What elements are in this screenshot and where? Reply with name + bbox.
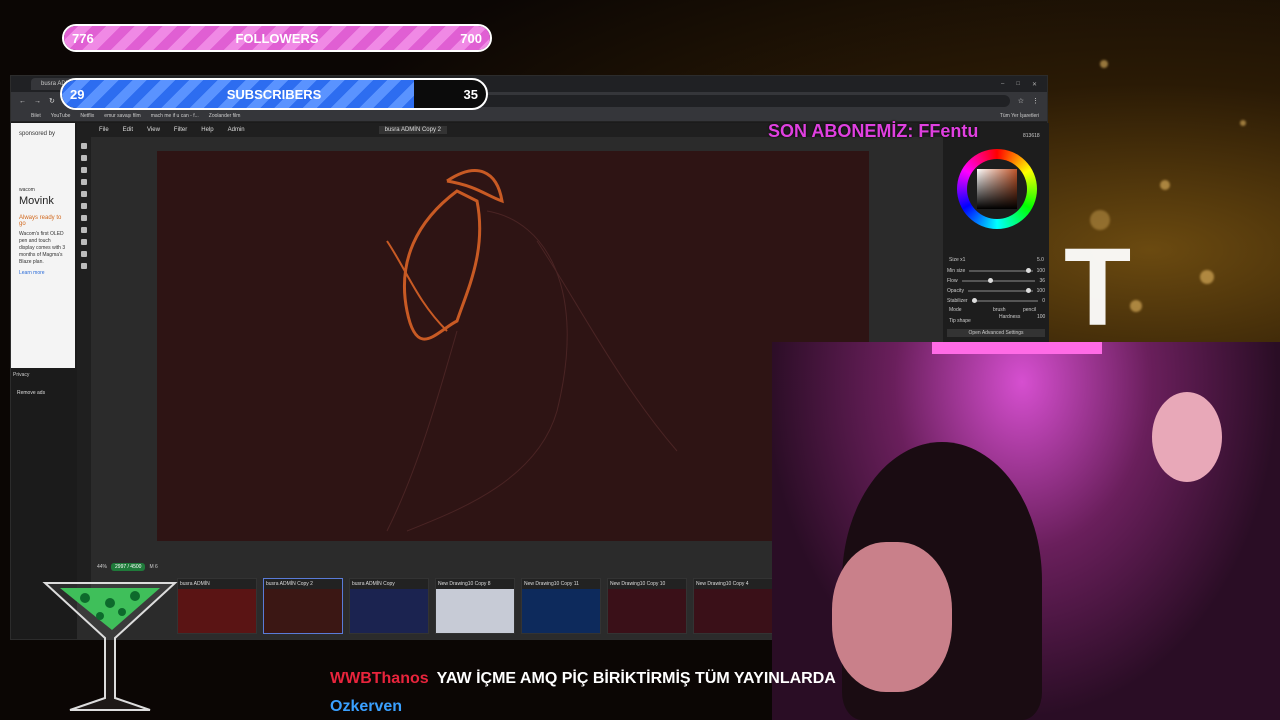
close-icon[interactable]: ✕ [1032,81,1037,88]
bookmark-item[interactable]: mach me if u can - f... [151,113,199,119]
menu-filter[interactable]: Filter [174,127,187,133]
subscribers-goal: 35 [463,86,478,102]
menu-edit[interactable]: Edit [123,127,133,133]
chat-overlay: WWBThanos YAW İÇME AMQ PİÇ BİRİKTİRMİŞ T… [330,670,836,720]
forward-icon[interactable]: → [34,98,41,105]
followers-current: 776 [72,30,94,46]
remove-ads-button[interactable]: Remove ads [17,390,45,396]
streamer-face [832,542,952,692]
canvas-size: 2997 / 4500 [111,563,146,571]
followers-goal: 700 [460,30,482,46]
ad-brand-small: wacom [19,187,35,193]
reload-icon[interactable]: ↻ [49,97,55,105]
menu-icon[interactable]: ⋮ [1032,97,1039,105]
brush-tool-icon[interactable] [81,143,87,149]
menu-help[interactable]: Help [201,127,213,133]
thumbnail[interactable]: New Drawing10 Copy 4 [693,578,773,634]
hardness-value[interactable]: 100 [1037,314,1045,320]
hand-tool-icon[interactable] [81,251,87,257]
chat-message: WWBThanos YAW İÇME AMQ PİÇ BİRİKTİRMİŞ T… [330,670,836,688]
flow-slider[interactable]: Flow 36 [947,277,1045,285]
window-controls: – □ ✕ [1001,81,1047,88]
tool-column [77,137,91,589]
sketch-artwork [386,169,678,532]
zoom-level[interactable]: 44% [97,564,107,570]
eraser-tool-icon[interactable] [81,203,87,209]
zoom-status: 44% 2997 / 4500 M 6 [97,563,158,571]
followers-goal-bar: 776 FOLLOWERS 700 [62,24,492,52]
ad-banner[interactable]: sponsored by wacom Movink Always ready t… [11,123,75,368]
subscribers-label: SUBSCRIBERS [226,86,322,102]
webcam-feed [772,342,1280,720]
chat-username: Ozkerven [330,698,403,715]
led-light [932,342,1102,354]
followers-label: FOLLOWERS [235,30,319,46]
star-icon[interactable]: ☆ [1018,97,1024,105]
drawing-canvas[interactable] [157,151,869,541]
crop-tool-icon[interactable] [81,179,87,185]
thumbnail[interactable]: busra ADMİN [177,578,257,634]
decorative-letter: T [1064,226,1132,349]
mode-brush-button[interactable]: brush [993,307,1006,313]
minimize-icon[interactable]: – [1001,81,1004,88]
text-tool-icon[interactable] [81,227,87,233]
brush-panel: 813618 Size x1 5.0 Min size 100 Flow 36 Op… [943,123,1049,343]
subscribers-goal-bar: 29 SUBSCRIBERS 35 [60,78,488,110]
document-thumbnails: busra ADMİN busra ADMİN Copy 2 busra ADM… [177,578,777,638]
mode-label: Mode [949,307,962,313]
maximize-icon[interactable]: □ [1016,81,1020,88]
pen-tool-icon[interactable] [81,191,87,197]
size-label: Size x1 [949,257,966,263]
bookmark-item[interactable]: emur savaşı film [104,113,140,119]
chat-username: WWBThanos [330,670,429,687]
back-icon[interactable]: ← [19,98,26,105]
last-subscriber-label: SON ABONEMİZ: FFentu [768,121,979,141]
document-title: busra ADMİN Copy 2 [378,126,447,134]
teddy-bear [1152,392,1222,482]
size-value[interactable]: 5.0 [1037,257,1044,263]
thumbnail-active[interactable]: busra ADMİN Copy 2 [263,578,343,634]
thumbnail[interactable]: busra ADMİN Copy [349,578,429,634]
thumbnail[interactable]: New Drawing10 Copy 8 [435,578,515,634]
stream-scene: T busra ADMİN – □ ✕ ← → ↻ ☆ ⋮ Bilet YouT… [0,0,1280,720]
lasso-tool-icon[interactable] [81,167,87,173]
privacy-label[interactable]: Privacy [13,372,29,378]
hardness-label: Hardness [999,314,1021,320]
ad-body: Wacom's first OLED pen and touch display… [19,231,66,265]
ad-sponsor-label: sponsored by [19,131,56,137]
thumbnail[interactable]: New Drawing10 Copy 10 [607,578,687,634]
menu-admin[interactable]: Admin [228,127,245,133]
opacity-slider[interactable]: Opacity 100 [947,287,1045,295]
bookmark-item[interactable]: YouTube [51,113,71,119]
stabilizer-slider[interactable]: Stabilizer 0 [947,297,1045,305]
bookmark-item[interactable]: Netflix [80,113,94,119]
select-tool-icon[interactable] [81,155,87,161]
open-advanced-settings-button[interactable]: Open Advanced Settings [947,329,1045,337]
menu-file[interactable]: File [99,127,109,133]
bookmark-item[interactable]: Bilet [31,113,41,119]
bookmark-item[interactable]: Zoolander film [209,113,241,119]
tip-shape-label: Tip shape [949,318,971,324]
brush-size-indicator: M 6 [149,564,158,570]
ad-cta[interactable]: Learn more [19,270,67,277]
fill-tool-icon[interactable] [81,215,87,221]
cocktail-glass-icon [42,582,178,711]
color-square[interactable] [977,169,1017,209]
color-wheel[interactable] [957,149,1037,229]
min-size-slider[interactable]: Min size 100 [947,267,1045,275]
subscribers-current: 29 [70,86,85,102]
menu-view[interactable]: View [147,127,160,133]
ad-brand: Movink [19,195,54,207]
zoom-tool-icon[interactable] [81,263,87,269]
color-hex[interactable]: 813618 [1023,133,1040,139]
chat-message: Ozkerven [330,698,836,716]
ad-headline: Always ready to go [19,215,62,227]
thumbnail[interactable]: New Drawing10 Copy 11 [521,578,601,634]
all-bookmarks[interactable]: Tüm Yer İşaretleri [1000,113,1047,119]
mode-pencil-button[interactable]: pencil [1023,307,1036,313]
shape-tool-icon[interactable] [81,239,87,245]
chat-text: YAW İÇME AMQ PİÇ BİRİKTİRMİŞ TÜM YAYINLA… [436,670,836,687]
